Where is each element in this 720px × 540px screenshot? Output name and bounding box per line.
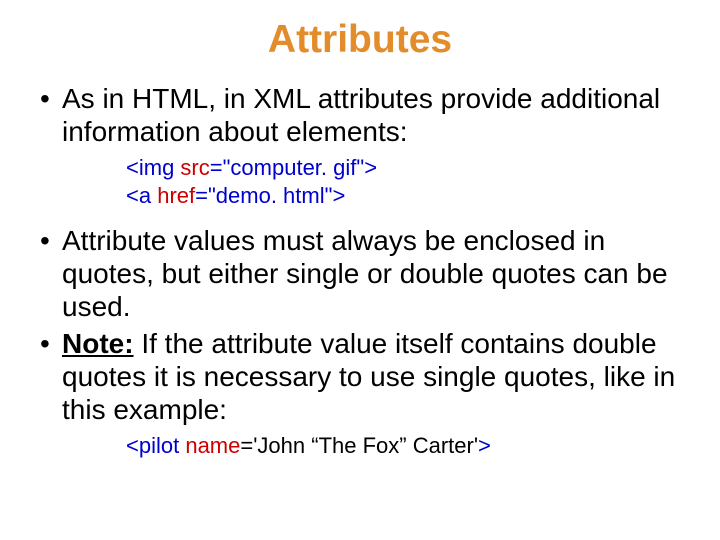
angle-close: >	[364, 155, 377, 180]
angle-open: <	[126, 433, 139, 458]
bullet-item-2: Attribute values must always be enclosed…	[36, 224, 684, 323]
tag-name: a	[139, 183, 151, 208]
attr-value: ="computer. gif"	[210, 155, 364, 180]
tag-name: img	[139, 155, 174, 180]
slide: Attributes As in HTML, in XML attributes…	[0, 0, 720, 540]
code-line-3: <pilot name='John “The Fox” Carter'>	[126, 432, 684, 460]
bullet-2-text: Attribute values must always be enclosed…	[62, 225, 668, 322]
tag-name: pilot	[139, 433, 179, 458]
attr-value: ='John “The Fox” Carter'	[240, 433, 478, 458]
code-line-2: <a href="demo. html">	[126, 182, 684, 210]
slide-title: Attributes	[36, 18, 684, 62]
code-line-1: <img src="computer. gif">	[126, 154, 684, 182]
angle-open: <	[126, 183, 139, 208]
bullet-1-text: As in HTML, in XML attributes provide ad…	[62, 83, 660, 147]
angle-close: >	[478, 433, 491, 458]
note-label: Note:	[62, 328, 134, 359]
bullet-list: As in HTML, in XML attributes provide ad…	[36, 82, 684, 459]
attr-name: href	[151, 183, 195, 208]
attr-value: ="demo. html"	[195, 183, 332, 208]
bullet-item-3: Note: If the attribute value itself cont…	[36, 327, 684, 460]
angle-open: <	[126, 155, 139, 180]
attr-name: src	[174, 155, 209, 180]
attr-name: name	[179, 433, 240, 458]
bullet-3-text: If the attribute value itself contains d…	[62, 328, 675, 425]
bullet-item-1: As in HTML, in XML attributes provide ad…	[36, 82, 684, 210]
code-block-2: <pilot name='John “The Fox” Carter'>	[126, 432, 684, 460]
angle-close: >	[332, 183, 345, 208]
code-block-1: <img src="computer. gif"> <a href="demo.…	[126, 154, 684, 209]
